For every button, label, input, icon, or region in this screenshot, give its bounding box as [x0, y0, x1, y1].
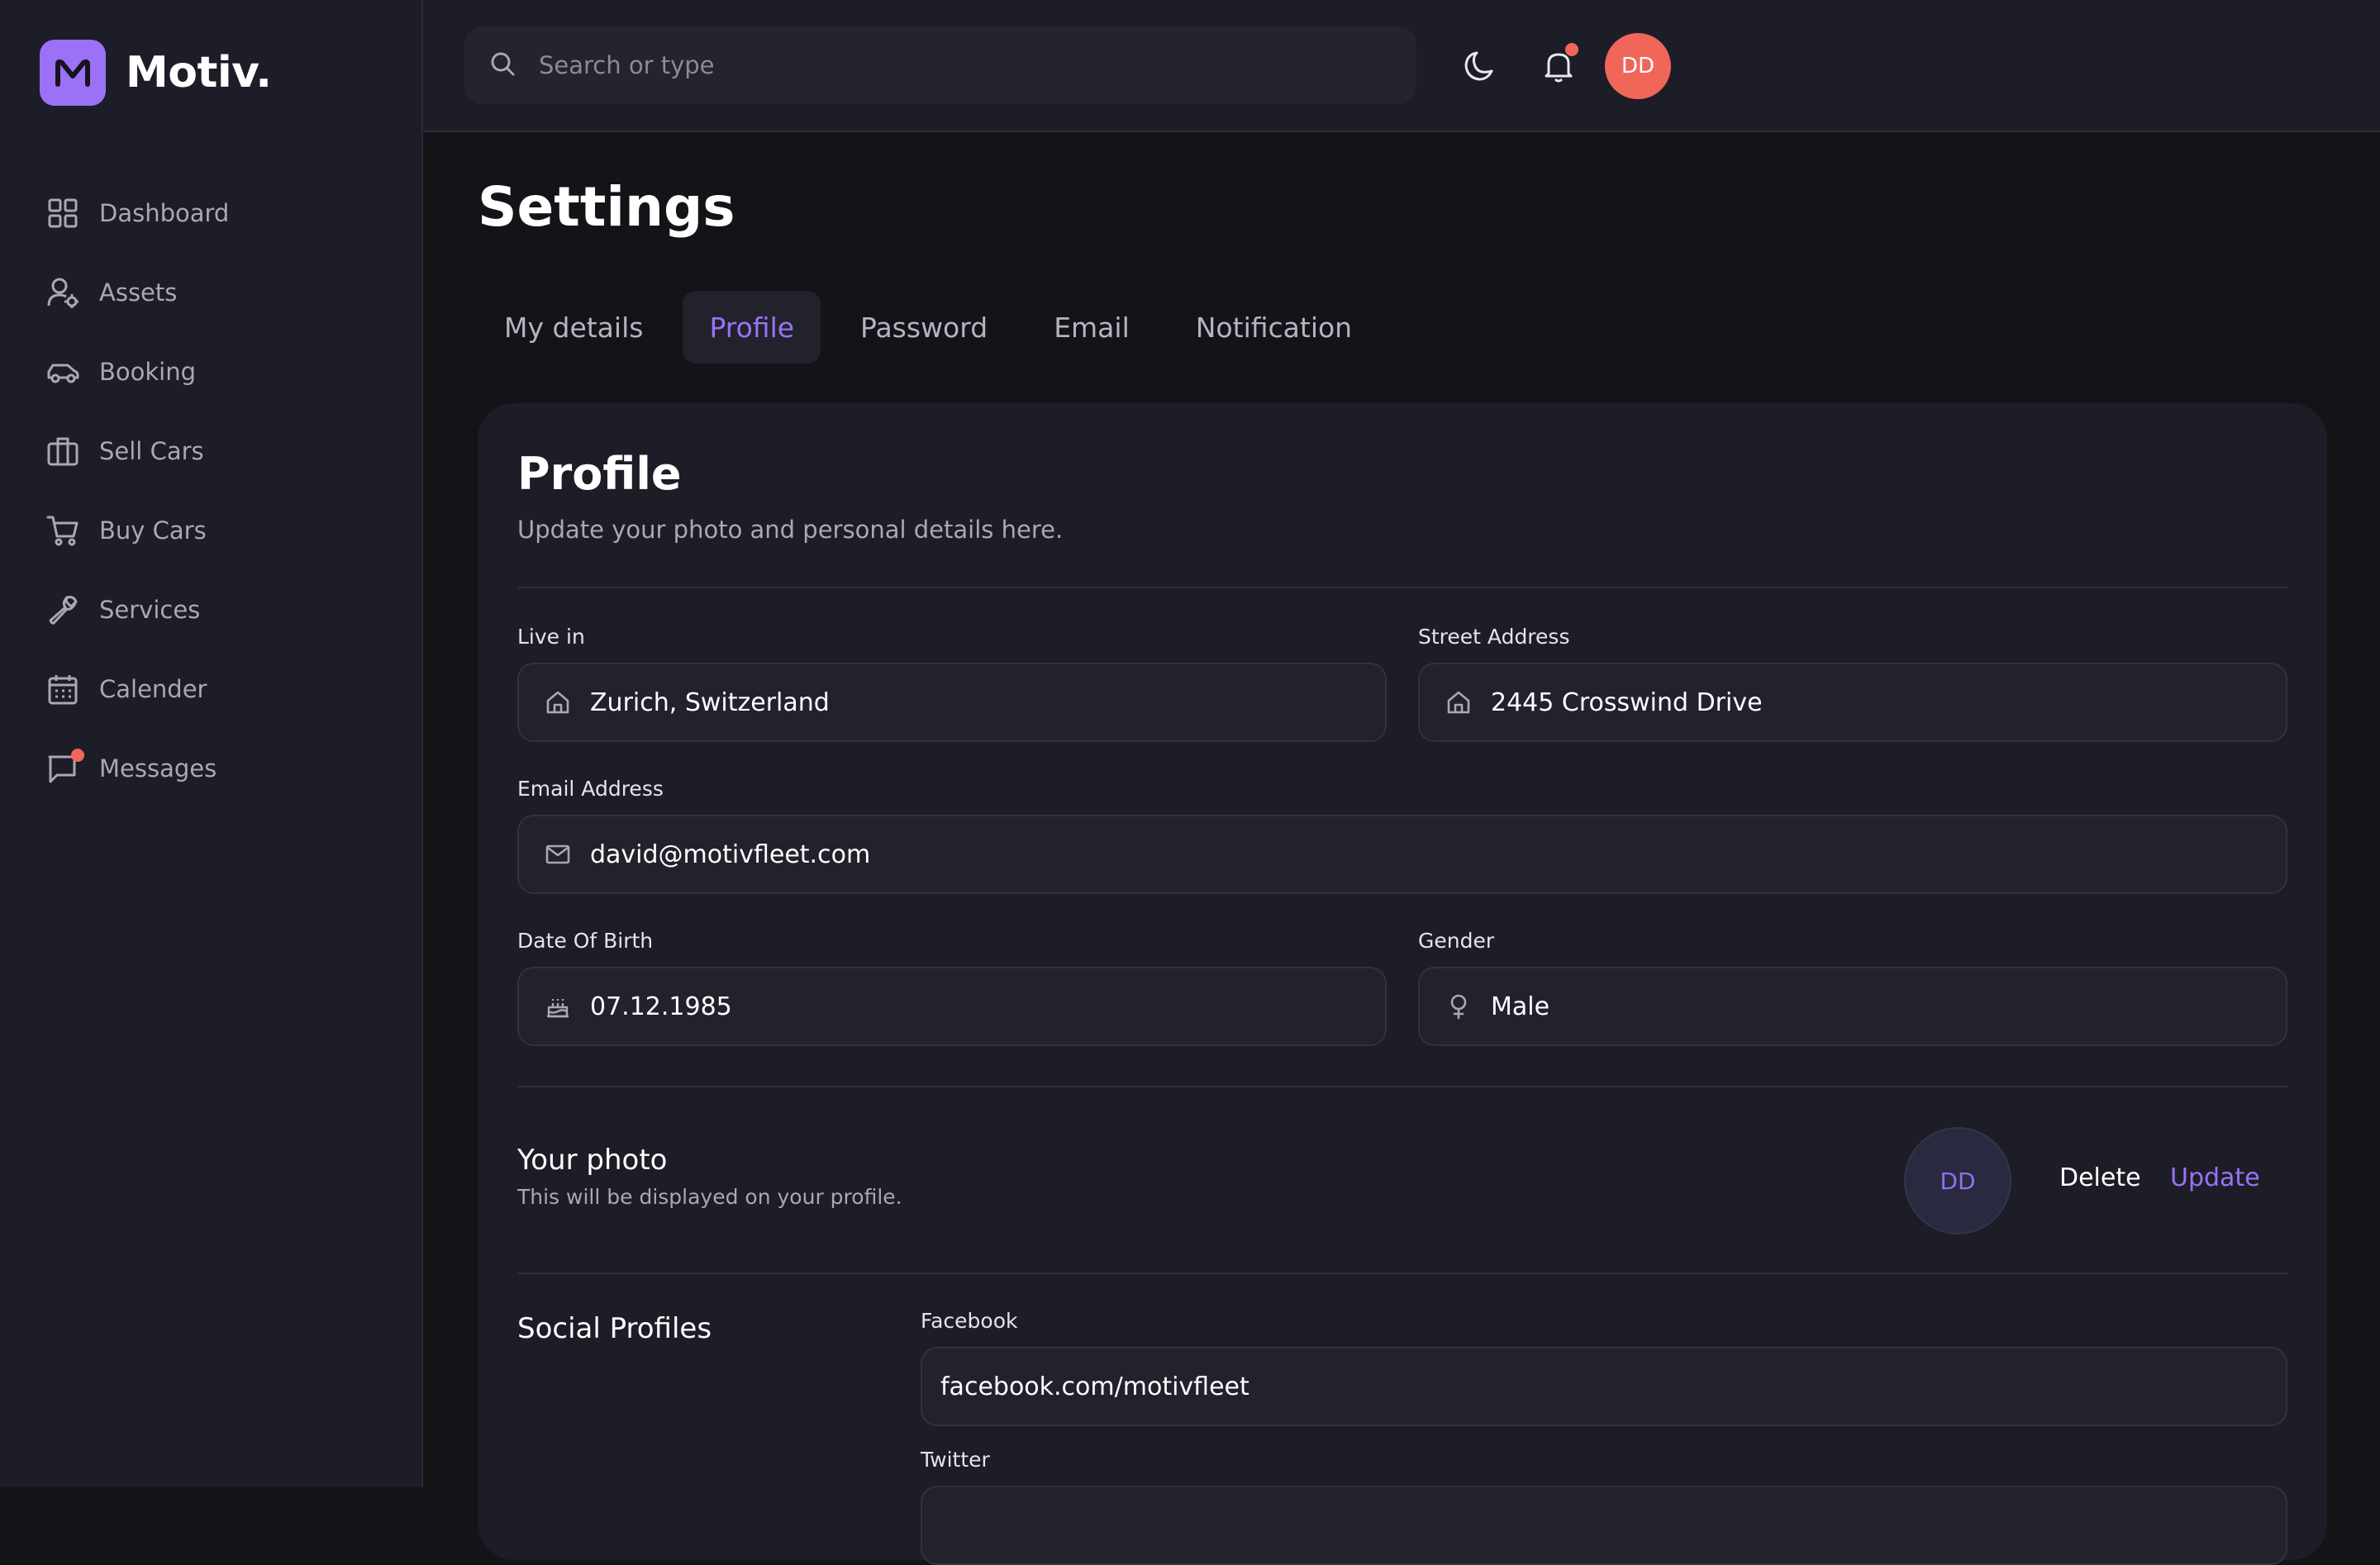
calendar-icon: [46, 673, 79, 706]
car-icon: [46, 355, 79, 388]
notification-dot: [1565, 43, 1578, 56]
logo-icon: [40, 40, 106, 106]
photo-avatar[interactable]: DD: [1904, 1127, 2011, 1234]
home-icon: [1445, 688, 1473, 716]
tab-my-details[interactable]: My details: [478, 291, 669, 364]
sidebar-item-label: Services: [99, 596, 201, 624]
gender-label: Gender: [1418, 929, 1495, 953]
sidebar-item-booking[interactable]: Booking: [46, 332, 393, 411]
sidebar-item-messages[interactable]: Messages: [46, 729, 393, 808]
live-in-value: Zurich, Switzerland: [590, 687, 830, 717]
live-in-field[interactable]: Zurich, Switzerland: [517, 663, 1387, 742]
dob-value: 07.12.1985: [590, 992, 732, 1021]
delete-photo-button[interactable]: Delete: [2059, 1163, 2141, 1192]
user-gear-icon: [46, 276, 79, 309]
your-photo-title: Your photo: [517, 1144, 668, 1177]
dob-field[interactable]: 07.12.1985: [517, 967, 1387, 1046]
sidebar-nav: Dashboard Assets Booking Sell Cars Buy C…: [46, 174, 393, 808]
sidebar-item-label: Sell Cars: [99, 437, 204, 465]
street-address-field[interactable]: 2445 Crosswind Drive: [1418, 663, 2287, 742]
home-icon: [544, 688, 572, 716]
gender-field[interactable]: Male: [1418, 967, 2287, 1046]
sidebar-item-buy-cars[interactable]: Buy Cars: [46, 491, 393, 570]
notification-dot: [71, 749, 84, 762]
wrench-icon: [46, 593, 79, 626]
card-subtitle: Update your photo and personal details h…: [517, 516, 1064, 544]
your-photo-subtitle: This will be displayed on your profile.: [517, 1185, 902, 1209]
bell-icon[interactable]: [1534, 41, 1583, 91]
gender-value: Male: [1491, 992, 1550, 1021]
tab-password[interactable]: Password: [834, 291, 1014, 364]
tab-email[interactable]: Email: [1027, 291, 1156, 364]
update-photo-button[interactable]: Update: [2170, 1163, 2260, 1192]
sidebar-item-dashboard[interactable]: Dashboard: [46, 174, 393, 253]
dob-label: Date Of Birth: [517, 929, 654, 953]
facebook-value: facebook.com/motivfleet: [940, 1372, 1250, 1401]
search-icon: [489, 50, 516, 80]
twitter-field[interactable]: [921, 1486, 2287, 1565]
page-title: Settings: [478, 175, 735, 239]
moon-icon[interactable]: [1454, 41, 1504, 91]
grid-icon: [46, 197, 79, 230]
divider: [517, 1086, 2287, 1087]
sidebar-item-label: Booking: [99, 358, 197, 386]
tab-notification[interactable]: Notification: [1169, 291, 1378, 364]
gender-icon: [1445, 992, 1473, 1020]
avatar[interactable]: DD: [1605, 33, 1671, 99]
briefcase-icon: [46, 435, 79, 468]
sidebar-item-label: Buy Cars: [99, 516, 207, 545]
facebook-label: Facebook: [921, 1309, 1018, 1333]
sidebar-item-services[interactable]: Services: [46, 570, 393, 649]
sidebar-item-label: Assets: [99, 278, 178, 307]
m-logo-icon: [55, 59, 90, 87]
card-title: Profile: [517, 448, 682, 500]
divider: [517, 1272, 2287, 1274]
sidebar: Motiv. Dashboard Assets Booking Sell Car…: [0, 0, 423, 1487]
email-field[interactable]: david@motivfleet.com: [517, 815, 2287, 894]
top-bar: DD: [423, 0, 2380, 132]
sidebar-item-sell-cars[interactable]: Sell Cars: [46, 411, 393, 491]
email-value: david@motivfleet.com: [590, 840, 871, 869]
sidebar-item-label: Dashboard: [99, 199, 230, 227]
cart-icon: [46, 514, 79, 547]
twitter-label: Twitter: [921, 1448, 990, 1472]
live-in-label: Live in: [517, 625, 585, 649]
mail-icon: [544, 840, 572, 868]
sidebar-item-assets[interactable]: Assets: [46, 253, 393, 332]
email-label: Email Address: [517, 777, 664, 801]
divider: [517, 587, 2287, 588]
street-address-label: Street Address: [1418, 625, 1570, 649]
sidebar-item-label: Calender: [99, 675, 207, 703]
sidebar-item-calender[interactable]: Calender: [46, 649, 393, 729]
profile-card: Profile Update your photo and personal d…: [478, 403, 2327, 1565]
search-input[interactable]: [537, 50, 1364, 80]
sidebar-item-label: Messages: [99, 754, 217, 782]
message-icon: [46, 749, 84, 785]
street-address-value: 2445 Crosswind Drive: [1491, 687, 1763, 717]
cake-icon: [544, 992, 572, 1020]
brand[interactable]: Motiv.: [40, 40, 272, 106]
social-profiles-title: Social Profiles: [517, 1312, 712, 1345]
facebook-field[interactable]: facebook.com/motivfleet: [921, 1347, 2287, 1426]
settings-tabs: My details Profile Password Email Notifi…: [478, 291, 1392, 364]
brand-name: Motiv.: [126, 48, 272, 98]
tab-profile[interactable]: Profile: [683, 291, 821, 364]
search-bar[interactable]: [464, 26, 1416, 104]
